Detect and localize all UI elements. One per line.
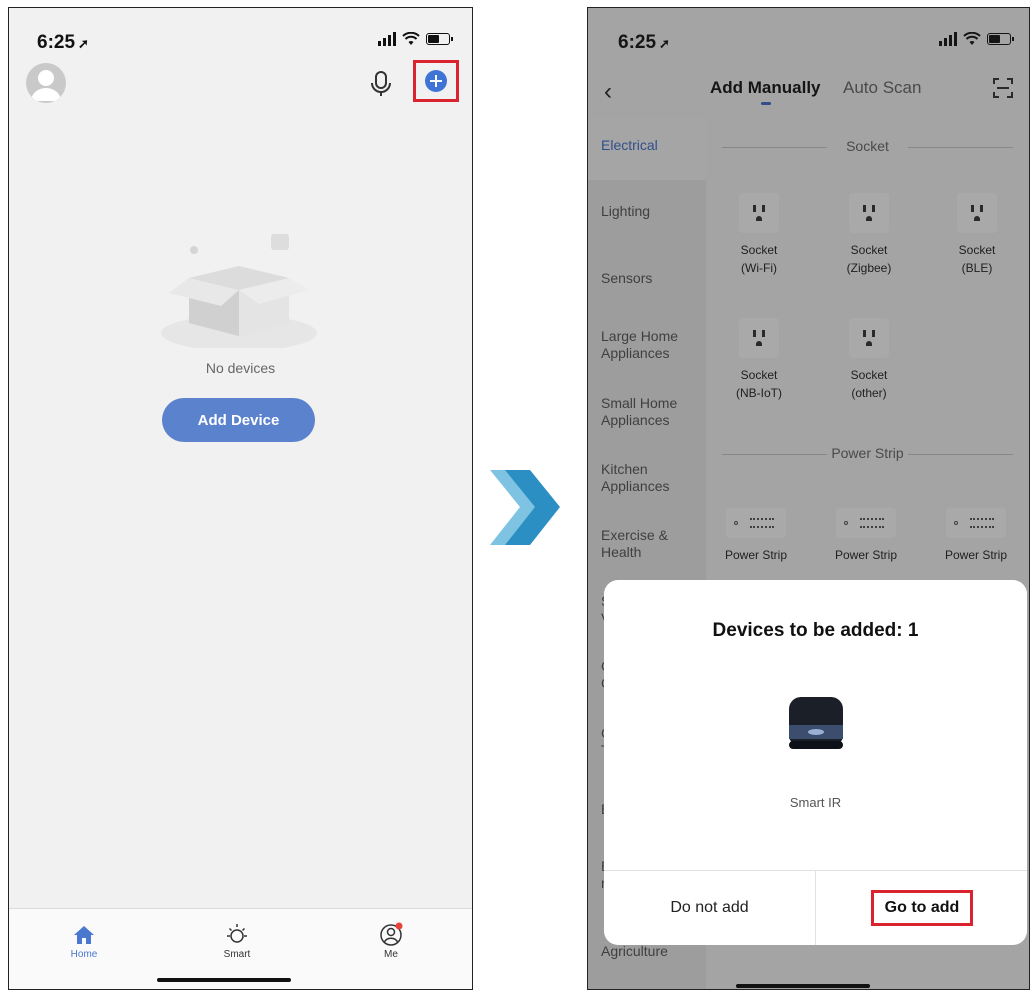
go-to-add-button[interactable]: Go to add — [885, 899, 960, 917]
home-screen: 6:25➚ No devices Add Device Home Smart — [8, 7, 473, 990]
battery-icon — [426, 33, 453, 45]
status-icons — [378, 32, 453, 46]
empty-state-message: No devices — [205, 360, 276, 376]
microphone-icon[interactable] — [369, 70, 393, 98]
user-icon — [31, 70, 61, 101]
home-indicator — [157, 978, 291, 982]
go-to-add-highlight: Go to add — [871, 890, 973, 926]
home-icon — [74, 926, 94, 944]
sun-icon — [227, 924, 247, 943]
tab-me-label: Me — [384, 949, 398, 960]
status-bar: 6:25 ➚ — [9, 8, 472, 58]
add-device-screen: Electrical Lighting Sensors Large Home A… — [587, 7, 1030, 990]
tab-home-label: Home — [70, 949, 98, 960]
status-time: 6:25 ➚ — [37, 32, 89, 53]
location-arrow-icon: ➚ — [78, 36, 89, 51]
empty-box-illustration — [161, 234, 317, 348]
smart-ir-device-icon — [789, 697, 843, 749]
do-not-add-button[interactable]: Do not add — [604, 871, 815, 945]
devices-found-dialog: Devices to be added: 1 Smart IR Do not a… — [604, 580, 1027, 945]
next-step-arrow-icon — [490, 470, 560, 545]
tab-me[interactable]: Me — [361, 921, 421, 960]
signal-icon — [378, 32, 396, 46]
profile-icon — [380, 922, 403, 946]
tab-smart[interactable]: Smart — [207, 921, 267, 960]
add-plus-icon[interactable] — [425, 70, 447, 92]
avatar[interactable] — [26, 63, 66, 103]
wifi-icon — [402, 32, 420, 45]
home-indicator — [736, 984, 870, 988]
tab-smart-label: Smart — [223, 949, 251, 960]
dialog-button-divider — [815, 870, 816, 945]
add-button-highlight — [413, 60, 459, 102]
tab-bar: Home Smart Me — [9, 908, 472, 989]
tab-home[interactable]: Home — [54, 921, 114, 960]
dialog-title: Devices to be added: 1 — [712, 620, 919, 641]
add-device-button[interactable]: Add Device — [162, 398, 315, 442]
device-name: Smart IR — [789, 795, 842, 810]
